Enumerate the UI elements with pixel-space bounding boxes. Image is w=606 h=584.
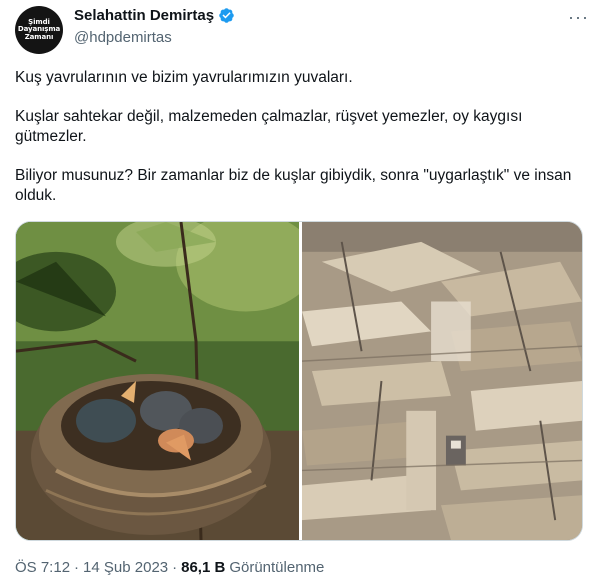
tweet-paragraph-1: Kuş yavrularının ve bizim yavrularımızın…: [15, 69, 353, 86]
tweet-paragraph-3: Biliyor musunuz? Bir zamanlar biz de kuş…: [15, 167, 572, 204]
views-label: Görüntülenme: [229, 559, 325, 576]
tweet-media: [15, 221, 583, 541]
tweet-date[interactable]: 14 Şub 2023: [83, 559, 168, 576]
tweet-time[interactable]: ÖS 7:12: [15, 559, 70, 576]
tweet: Şimdi Dayanışma Zamanı Selahattin Demirt…: [0, 0, 606, 584]
verified-badge-icon: [219, 8, 234, 23]
meta-separator-2: ·: [172, 559, 178, 576]
tweet-paragraph-2: Kuşlar sahtekar değil, malzemeden çalmaz…: [15, 108, 523, 145]
meta-separator: ·: [74, 559, 80, 576]
tweet-meta: ÖS 7:12 · 14 Şub 2023 · 86,1 B Görüntüle…: [15, 559, 324, 576]
avatar-line-3: Zamanı: [24, 32, 54, 41]
author-handle[interactable]: @hdpdemirtas: [74, 29, 172, 46]
views-count: 86,1 B: [181, 559, 226, 576]
author-name-row: Selahattin Demirtaş: [74, 7, 235, 24]
avatar[interactable]: Şimdi Dayanışma Zamanı: [15, 6, 63, 54]
tweet-text: Kuş yavrularının ve bizim yavrularımızın…: [15, 68, 591, 225]
author-display-name[interactable]: Selahattin Demirtaş: [74, 7, 214, 24]
collapsed-building-photo[interactable]: [302, 222, 582, 540]
bird-nest-photo[interactable]: [16, 222, 299, 540]
more-icon[interactable]: ···: [568, 8, 589, 26]
